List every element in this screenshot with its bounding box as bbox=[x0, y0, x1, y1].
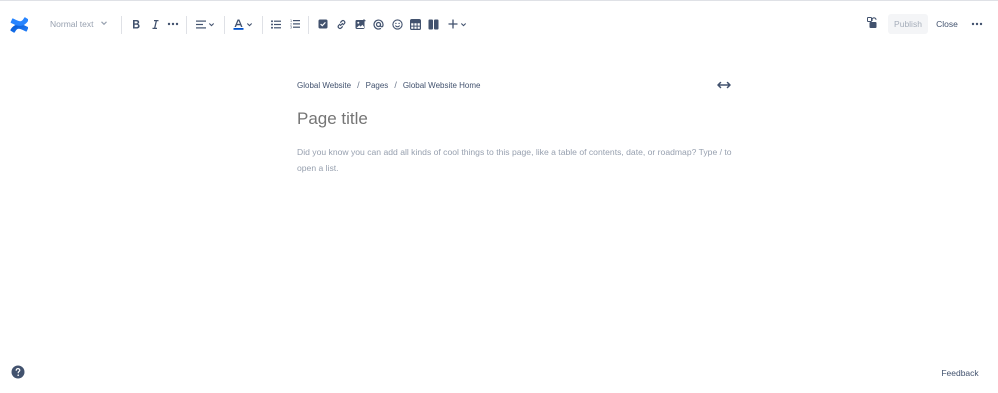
publish-button[interactable]: Publish bbox=[888, 14, 928, 34]
chevron-down-icon bbox=[100, 19, 108, 29]
chevron-down-icon bbox=[208, 21, 215, 28]
editor-body[interactable]: Did you know you can add all kinds of co… bbox=[297, 145, 737, 176]
more-icon[interactable] bbox=[970, 17, 984, 31]
plus-icon bbox=[447, 19, 458, 29]
text-color-icon bbox=[233, 19, 244, 30]
bullet-list-icon[interactable] bbox=[270, 17, 282, 31]
bold-icon[interactable] bbox=[130, 17, 142, 31]
emoji-icon[interactable] bbox=[391, 17, 403, 31]
more-formatting-icon[interactable] bbox=[166, 17, 180, 31]
text-style-label: Normal text bbox=[50, 19, 94, 29]
editor-toolbar: Normal text 123 Publish Close bbox=[0, 1, 998, 45]
full-width-icon[interactable] bbox=[717, 78, 733, 92]
feedback-label: Feedback bbox=[941, 368, 979, 378]
checkbox-icon[interactable] bbox=[317, 17, 329, 31]
toolbar-divider bbox=[121, 16, 122, 34]
help-icon[interactable] bbox=[11, 365, 25, 379]
insert-dropdown[interactable] bbox=[446, 17, 468, 31]
svg-text:3: 3 bbox=[290, 26, 292, 29]
toolbar-divider bbox=[308, 16, 309, 34]
unlock-icon[interactable] bbox=[866, 16, 880, 30]
image-icon[interactable] bbox=[354, 17, 366, 31]
numbered-list-icon[interactable]: 123 bbox=[289, 17, 301, 31]
breadcrumb-item-global-website[interactable]: Global Website bbox=[297, 81, 351, 90]
close-button[interactable]: Close bbox=[932, 14, 962, 34]
publish-label: Publish bbox=[894, 19, 922, 29]
text-color-dropdown[interactable] bbox=[232, 17, 254, 31]
page-title-input[interactable] bbox=[297, 106, 737, 132]
toolbar-divider bbox=[186, 16, 187, 34]
link-icon[interactable] bbox=[335, 17, 347, 31]
alignment-dropdown[interactable] bbox=[194, 17, 216, 31]
breadcrumb-separator: / bbox=[357, 80, 360, 90]
toolbar-divider bbox=[262, 16, 263, 34]
text-style-dropdown[interactable]: Normal text bbox=[44, 13, 112, 35]
breadcrumb-separator: / bbox=[394, 80, 397, 90]
feedback-button[interactable]: Feedback bbox=[938, 366, 982, 380]
chevron-down-icon bbox=[460, 21, 467, 28]
breadcrumb-item-global-website-home[interactable]: Global Website Home bbox=[403, 81, 481, 90]
close-label: Close bbox=[936, 19, 958, 29]
layouts-icon[interactable] bbox=[427, 17, 439, 31]
toolbar-divider bbox=[224, 16, 225, 34]
editor-placeholder-text: Did you know you can add all kinds of co… bbox=[297, 147, 732, 173]
breadcrumb-item-pages[interactable]: Pages bbox=[366, 81, 389, 90]
table-icon[interactable] bbox=[409, 17, 421, 31]
align-left-icon bbox=[195, 20, 206, 29]
breadcrumb: Global Website / Pages / Global Website … bbox=[297, 79, 481, 91]
italic-icon[interactable] bbox=[149, 17, 161, 31]
chevron-down-icon bbox=[246, 21, 253, 28]
confluence-logo[interactable] bbox=[10, 16, 29, 34]
mention-icon[interactable] bbox=[372, 17, 384, 31]
